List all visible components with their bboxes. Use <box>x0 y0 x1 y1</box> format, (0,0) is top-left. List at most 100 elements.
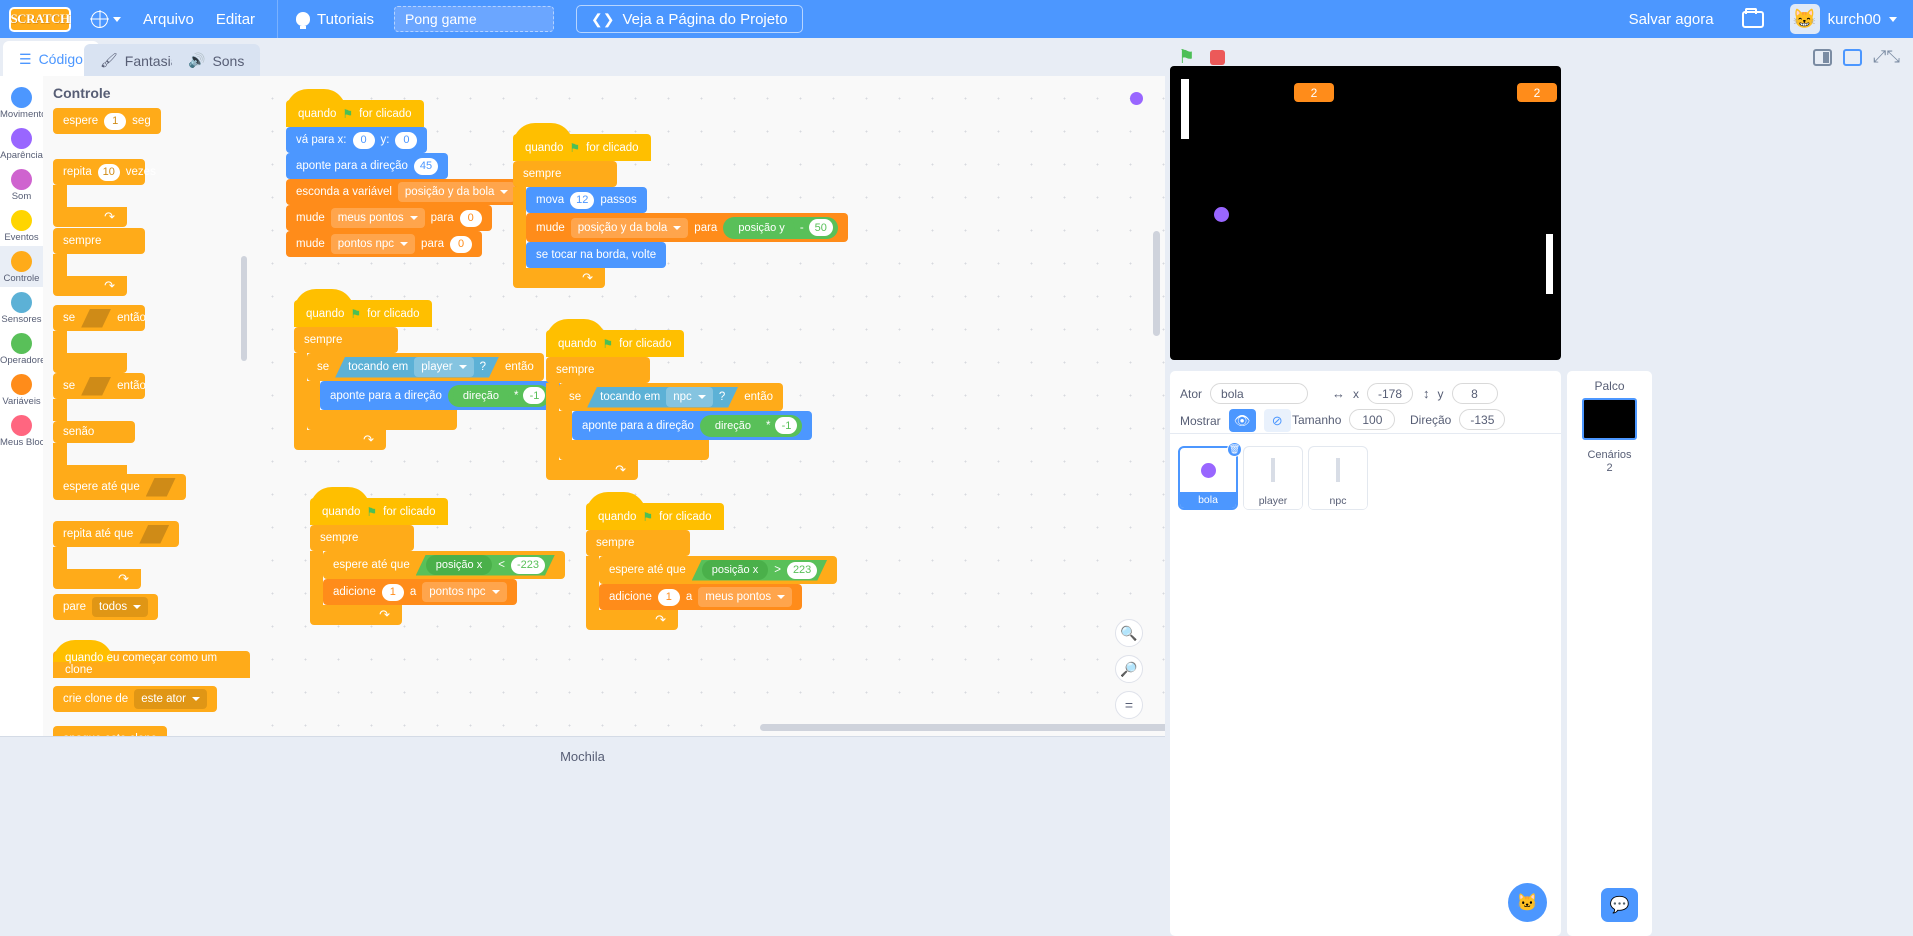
block-palette[interactable]: Controle espere 1 seg repita 10 vezes ↷ … <box>43 76 250 736</box>
folder-icon[interactable] <box>1741 7 1764 28</box>
menu-tutorials[interactable]: Tutoriais <box>296 11 374 29</box>
wait-seconds-input[interactable]: 1 <box>104 112 127 130</box>
touching-target-dropdown[interactable]: player <box>414 357 473 377</box>
direction-input[interactable]: -135 <box>1459 409 1506 430</box>
script-score-player[interactable]: quando ⚑ for clicado sempre espere até q… <box>586 492 838 630</box>
set-value-input[interactable]: 0 <box>450 235 473 253</box>
condition-slot[interactable] <box>139 525 169 544</box>
add-sprite-button[interactable]: 🐱 <box>1508 883 1547 922</box>
reporter-direcao[interactable]: direção <box>452 385 509 406</box>
category-controle[interactable]: Controle <box>0 246 43 287</box>
canvas-vertical-scrollbar[interactable] <box>1153 231 1160 336</box>
block-point-direction-invert[interactable]: aponte para a direção direção * -1 <box>320 381 561 410</box>
block-if-then[interactable]: se tocando em npc ? então <box>559 383 783 411</box>
block-forever[interactable]: sempre <box>586 530 690 556</box>
stage-selector-panel[interactable]: Palco Cenários 2 💬 <box>1567 371 1652 936</box>
tab-sounds[interactable]: 🔊 Sons <box>172 44 261 77</box>
project-title-input[interactable] <box>394 6 555 32</box>
small-stage-button[interactable] <box>1812 48 1832 66</box>
show-visible-button[interactable]: 👁 <box>1228 409 1256 432</box>
account-menu[interactable]: 😸 kurch00 <box>1789 4 1897 34</box>
direction-input[interactable]: 45 <box>413 157 439 175</box>
block-subtract-operator[interactable]: posição y - 50 <box>723 216 838 239</box>
category-operadores[interactable]: Operadores <box>0 328 50 369</box>
chat-button[interactable]: 💬 <box>1601 888 1638 922</box>
palette-scrollbar[interactable] <box>241 256 247 361</box>
block-change-meus-pontos[interactable]: adicione 1 a meus pontos <box>599 584 803 610</box>
block-greater-than-operator[interactable]: posição x > 223 <box>692 560 828 581</box>
variable-dropdown[interactable]: pontos npc <box>422 582 507 602</box>
block-multiply-operator[interactable]: direção * -1 <box>447 384 551 407</box>
category-eventos[interactable]: Eventos <box>0 205 43 246</box>
block-forever[interactable]: sempre <box>310 525 414 551</box>
category-movimento[interactable]: Movimento <box>0 82 46 123</box>
project-page-button[interactable]: ❮❯ Veja a Página do Projeto <box>576 5 803 33</box>
palette-block-when-clone[interactable]: quando eu começar como um clone <box>53 639 250 678</box>
palette-block-delete-clone[interactable]: apague este clone <box>53 726 167 736</box>
menu-file[interactable]: Arquivo <box>143 11 194 28</box>
hat-when-flag-clicked[interactable]: quando ⚑ for clicado <box>294 289 432 327</box>
large-stage-button[interactable] <box>1842 48 1862 66</box>
change-amount-input[interactable]: 1 <box>657 588 680 606</box>
zoom-in-button[interactable]: 🔍 <box>1115 619 1143 647</box>
change-amount-input[interactable]: 1 <box>381 583 404 601</box>
actor-name-input[interactable]: bola <box>1210 383 1309 404</box>
block-goto-xy[interactable]: vá para x: 0 y: 0 <box>286 127 428 153</box>
palette-block-repeat-until[interactable]: repita até que ↷ <box>53 521 180 589</box>
block-forever[interactable]: sempre <box>546 357 650 383</box>
hat-when-flag-clicked[interactable]: quando ⚑ for clicado <box>286 89 424 127</box>
block-forever[interactable]: sempre <box>513 161 617 187</box>
sprite-list[interactable]: 🗑 bola player npc 🐱 <box>1170 434 1561 936</box>
delete-sprite-icon[interactable]: 🗑 <box>1227 442 1242 457</box>
save-now-button[interactable]: Salvar agora <box>1629 11 1714 28</box>
zoom-reset-button[interactable]: = <box>1115 691 1143 719</box>
reporter-direcao[interactable]: direção <box>704 415 761 436</box>
reporter-posicao-x[interactable]: posição x <box>426 555 492 575</box>
x-input[interactable]: -178 <box>1367 383 1413 404</box>
palette-block-wait-until[interactable]: espere até que <box>53 474 186 500</box>
script-score-npc[interactable]: quando ⚑ for clicado sempre espere até q… <box>310 487 565 625</box>
operand-input[interactable]: 50 <box>808 219 833 236</box>
block-wait-until[interactable]: espere até que posição x < -223 <box>323 551 565 579</box>
touching-target-dropdown[interactable]: npc <box>666 387 713 407</box>
block-if-on-edge-bounce[interactable]: se tocar na borda, volte <box>526 242 667 268</box>
hat-when-flag-clicked[interactable]: quando ⚑ for clicado <box>310 487 448 525</box>
script-ball-movement[interactable]: quando ⚑ for clicado sempre mova 12 pass… <box>513 123 848 288</box>
palette-block-stop[interactable]: pare todos <box>53 594 159 620</box>
menu-edit[interactable]: Editar <box>216 11 255 28</box>
block-wait-until[interactable]: espere até que posição x > 223 <box>599 556 838 584</box>
move-steps-input[interactable]: 12 <box>570 191 595 209</box>
variable-dropdown[interactable]: meus pontos <box>330 208 425 228</box>
reporter-posicao-y[interactable]: posição y <box>728 217 795 238</box>
sprite-card-npc[interactable]: npc <box>1308 446 1368 510</box>
block-set-variable-meus-pontos[interactable]: mude meus pontos para 0 <box>286 205 492 231</box>
block-forever[interactable]: sempre <box>294 327 398 353</box>
palette-block-repeat[interactable]: repita 10 vezes ↷ <box>53 159 156 227</box>
show-hidden-button[interactable]: ⊘ <box>1263 409 1291 432</box>
zoom-out-button[interactable]: 🔎 <box>1115 655 1143 683</box>
block-touching-player[interactable]: tocando em player ? <box>335 357 499 378</box>
backpack-bar[interactable]: Mochila <box>0 736 1165 776</box>
ball-sprite[interactable] <box>1214 207 1229 222</box>
palette-block-create-clone[interactable]: crie clone de este ator <box>53 686 217 712</box>
goto-y-input[interactable]: 0 <box>395 131 418 149</box>
category-som[interactable]: Som <box>0 164 43 205</box>
condition-slot[interactable] <box>81 309 111 328</box>
set-value-input[interactable]: 0 <box>459 209 482 227</box>
palette-block-if-else[interactable]: se então senão <box>53 373 146 485</box>
operand-input[interactable]: -1 <box>775 417 798 434</box>
operand-input[interactable]: 223 <box>787 562 817 579</box>
clone-target-dropdown[interactable]: este ator <box>134 689 207 709</box>
block-point-direction-invert[interactable]: aponte para a direção direção * -1 <box>572 411 813 440</box>
stop-option-dropdown[interactable]: todos <box>92 597 149 617</box>
repeat-count-input[interactable]: 10 <box>97 163 120 181</box>
category-aparencia[interactable]: Aparência <box>0 123 43 164</box>
sprite-card-bola[interactable]: 🗑 bola <box>1178 442 1242 510</box>
category-meus-blocos[interactable]: Meus Blocos <box>0 410 54 451</box>
block-change-pontos-npc[interactable]: adicione 1 a pontos npc <box>323 579 517 605</box>
block-if-then[interactable]: se tocando em player ? então <box>307 353 544 381</box>
operand-input[interactable]: -1 <box>523 387 546 404</box>
sprite-card-player[interactable]: player <box>1243 446 1303 510</box>
stage-display[interactable]: 2 2 <box>1170 66 1561 360</box>
palette-block-forever[interactable]: sempre ↷ <box>53 228 145 296</box>
